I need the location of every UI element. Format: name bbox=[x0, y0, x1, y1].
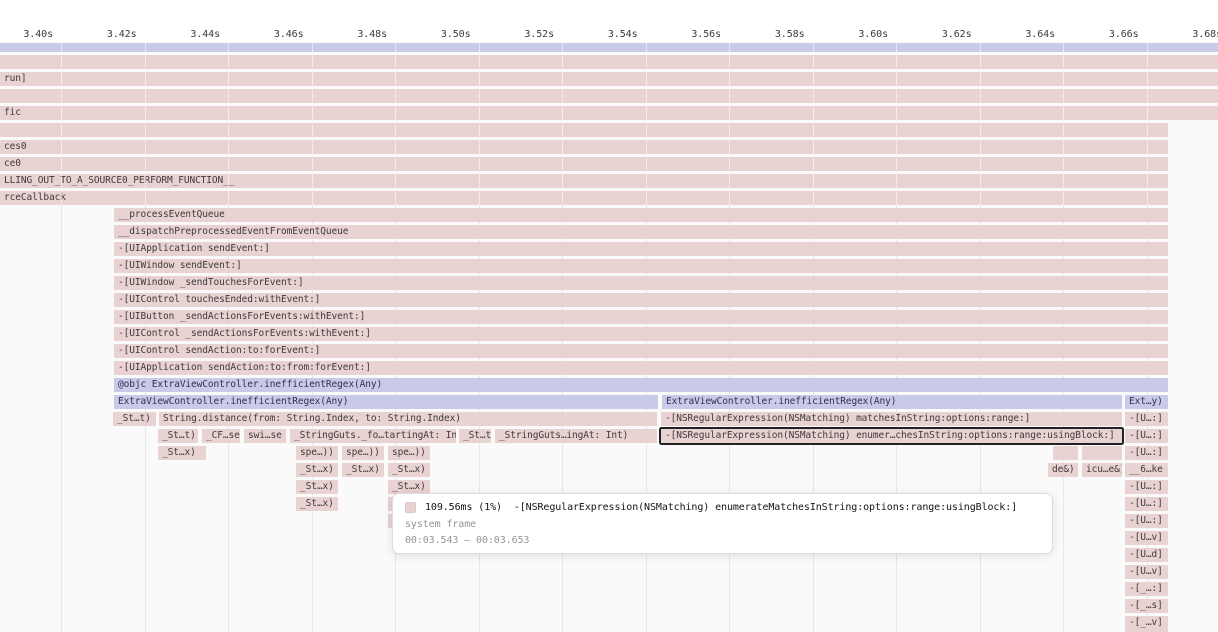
flame-frame[interactable]: run] bbox=[0, 72, 1218, 86]
flame-frame[interactable] bbox=[0, 123, 1168, 137]
flame-frame[interactable]: -[_…:] bbox=[1125, 582, 1168, 596]
flame-frame[interactable]: swi…se bbox=[244, 429, 286, 443]
flame-frame[interactable]: _StringGuts._fo…tartingAt: Int) bbox=[290, 429, 456, 443]
time-gridline-overlay bbox=[562, 42, 563, 205]
flame-frame[interactable]: -[U…:] bbox=[1125, 480, 1168, 494]
flame-frame[interactable]: -[UIApplication sendAction:to:from:forEv… bbox=[114, 361, 1168, 375]
flame-frame[interactable]: -[NSRegularExpression(NSMatching) matche… bbox=[661, 412, 1122, 426]
tooltip-title: 109.56ms (1%) -[NSRegularExpression(NSMa… bbox=[425, 502, 1017, 513]
flame-frame[interactable]: _St…x) bbox=[388, 463, 430, 477]
tooltip: 109.56ms (1%) -[NSRegularExpression(NSMa… bbox=[392, 493, 1053, 554]
flame-frame[interactable]: _St…x) bbox=[296, 497, 338, 511]
instruments-flame-graph: 3.40s3.42s3.44s3.46s3.48s3.50s3.52s3.54s… bbox=[0, 0, 1218, 632]
flame-frame[interactable]: -[U…:] bbox=[1125, 412, 1168, 426]
flame-frame[interactable]: _St…x) bbox=[296, 480, 338, 494]
flame-frame[interactable]: String.distance(from: String.Index, to: … bbox=[159, 412, 657, 426]
flame-frame[interactable]: _CF…se bbox=[202, 429, 240, 443]
flame-frame[interactable]: _StringGuts…ingAt: Int) bbox=[495, 429, 657, 443]
flame-frame[interactable]: -[UIWindow _sendTouchesForEvent:] bbox=[114, 276, 1168, 290]
flame-frame[interactable]: LLING_OUT_TO_A_SOURCE0_PERFORM_FUNCTION_… bbox=[0, 174, 1168, 188]
time-gridline-overlay bbox=[145, 42, 146, 205]
time-gridline-overlay bbox=[312, 42, 313, 205]
flame-frame[interactable] bbox=[0, 55, 1218, 69]
flame-frame[interactable] bbox=[1053, 446, 1078, 460]
flame-frame[interactable]: spe…)) bbox=[388, 446, 430, 460]
flame-frame[interactable]: _St…x) bbox=[296, 463, 338, 477]
flame-frame[interactable]: -[UIControl sendAction:to:forEvent:] bbox=[114, 344, 1168, 358]
time-gridline-overlay bbox=[1147, 42, 1148, 205]
flame-frame[interactable] bbox=[0, 43, 1218, 52]
flame-frame[interactable]: icu…e&) bbox=[1082, 463, 1122, 477]
flame-frame[interactable]: -[UIControl _sendActionsForEvents:withEv… bbox=[114, 327, 1168, 341]
time-gridline-overlay bbox=[479, 42, 480, 205]
flame-frame[interactable]: ExtraViewController.inefficientRegex(Any… bbox=[662, 395, 1122, 409]
flame-frame[interactable]: rceCallback bbox=[0, 191, 1168, 205]
flame-frame[interactable]: -[U…:] bbox=[1125, 514, 1168, 528]
time-gridline-overlay bbox=[646, 42, 647, 205]
time-gridline-overlay bbox=[896, 42, 897, 205]
flame-frame-selected[interactable]: -[NSRegularExpression(NSMatching) enumer… bbox=[661, 429, 1122, 443]
flame-frame[interactable]: -[U…:] bbox=[1125, 497, 1168, 511]
time-gridline-overlay bbox=[1063, 42, 1064, 205]
flame-frame[interactable]: -[U…v] bbox=[1125, 531, 1168, 545]
flame-frame[interactable]: _St…t) bbox=[113, 412, 156, 426]
tooltip-time-range: 00:03.543 — 00:03.653 bbox=[405, 535, 1040, 546]
flame-frame[interactable]: -[U…d] bbox=[1125, 548, 1168, 562]
flame-frame[interactable] bbox=[0, 89, 1218, 103]
tooltip-title-row: 109.56ms (1%) -[NSRegularExpression(NSMa… bbox=[405, 502, 1040, 513]
time-gridline-overlay bbox=[813, 42, 814, 205]
flame-frame[interactable]: spe…)) bbox=[296, 446, 338, 460]
flame-frame[interactable]: -[UIWindow sendEvent:] bbox=[114, 259, 1168, 273]
flame-frame[interactable]: -[UIControl touchesEnded:withEvent:] bbox=[114, 293, 1168, 307]
flame-frame[interactable]: ces0 bbox=[0, 140, 1168, 154]
flame-canvas[interactable]: run] fic ces0 ce0 LLING_OUT_TO_A_SOURCE0_PER… bbox=[0, 42, 1218, 632]
flame-frame[interactable]: fic bbox=[0, 106, 1218, 120]
flame-frame[interactable]: _St…t) bbox=[459, 429, 491, 443]
flame-frame[interactable]: __processEventQueue bbox=[114, 208, 1168, 222]
time-gridline-overlay bbox=[980, 42, 981, 205]
time-gridline-overlay bbox=[228, 42, 229, 205]
flame-frame[interactable]: _St…x) bbox=[342, 463, 384, 477]
time-gridline-overlay bbox=[729, 42, 730, 205]
time-gridline-overlay bbox=[61, 42, 62, 205]
time-gridline-overlay bbox=[395, 42, 396, 205]
flame-frame[interactable]: Ext…y) bbox=[1125, 395, 1168, 409]
flame-frame[interactable]: __6…ke bbox=[1125, 463, 1168, 477]
flame-frame[interactable]: de&) bbox=[1048, 463, 1078, 477]
color-swatch-icon bbox=[405, 502, 416, 513]
flame-frame[interactable]: -[U…v] bbox=[1125, 565, 1168, 579]
flame-frame[interactable]: -[U…:] bbox=[1125, 446, 1168, 460]
flame-frame[interactable]: -[UIApplication sendEvent:] bbox=[114, 242, 1168, 256]
flame-frame[interactable]: _St…t) bbox=[158, 429, 198, 443]
flame-frame[interactable]: -[_…s] bbox=[1125, 599, 1168, 613]
flame-frame[interactable]: -[_…v] bbox=[1125, 616, 1168, 630]
flame-frame[interactable]: ExtraViewController.inefficientRegex(Any… bbox=[114, 395, 658, 409]
flame-frame[interactable]: @objc ExtraViewController.inefficientReg… bbox=[114, 378, 1168, 392]
flame-frame[interactable]: ce0 bbox=[0, 157, 1168, 171]
flame-frame[interactable]: __dispatchPreprocessedEventFromEventQueu… bbox=[114, 225, 1168, 239]
flame-frame[interactable]: spe…)) bbox=[342, 446, 384, 460]
flame-frame[interactable]: _St…x) bbox=[158, 446, 206, 460]
time-tick-label: 3.68s bbox=[1022, 29, 1218, 41]
flame-frame[interactable] bbox=[1082, 446, 1122, 460]
flame-frame[interactable]: -[UIButton _sendActionsForEvents:withEve… bbox=[114, 310, 1168, 324]
tooltip-frame-type: system frame bbox=[405, 519, 1040, 530]
flame-frame[interactable]: _St…x) bbox=[388, 480, 430, 494]
time-ruler[interactable]: 3.40s3.42s3.44s3.46s3.48s3.50s3.52s3.54s… bbox=[0, 0, 1218, 42]
flame-frame[interactable]: -[U…:] bbox=[1125, 429, 1168, 443]
